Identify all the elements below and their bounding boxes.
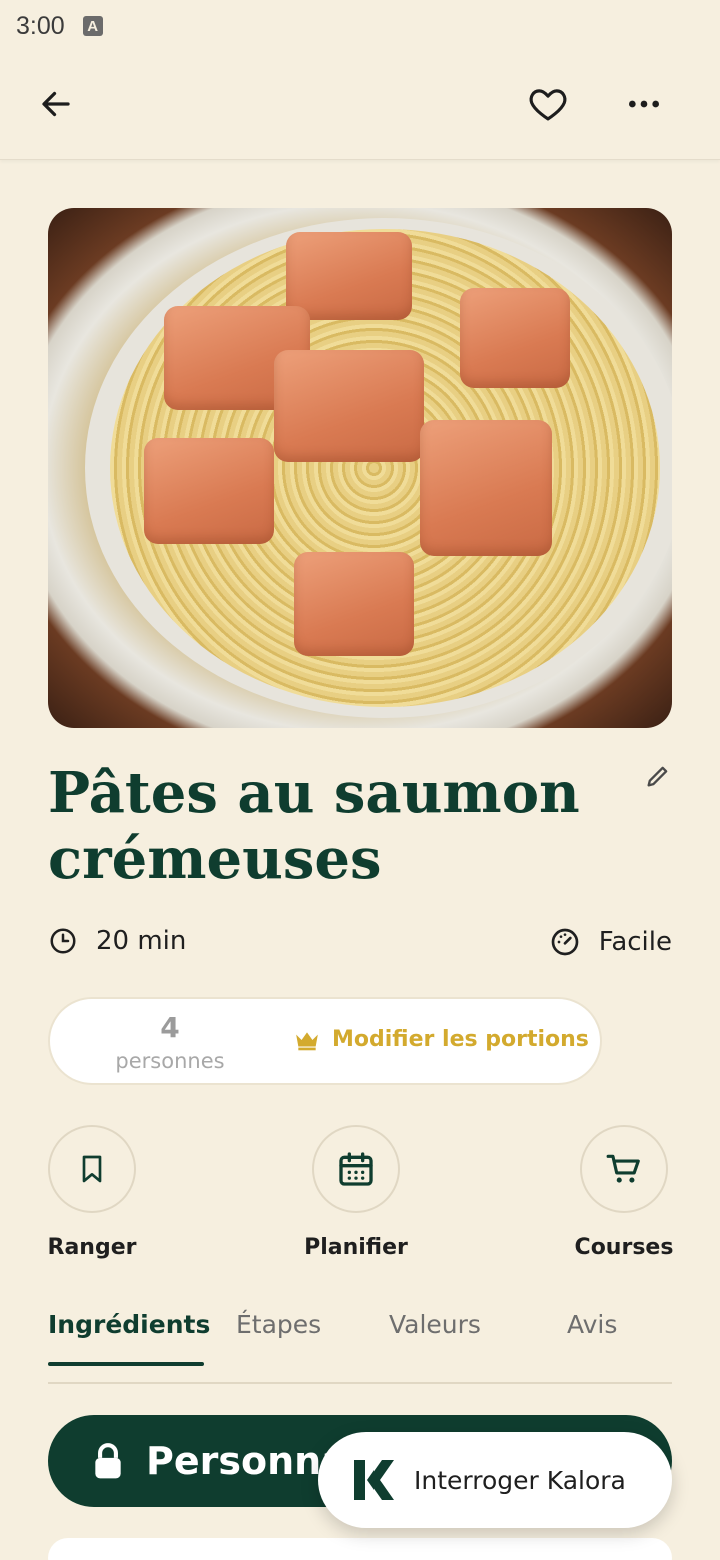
app-bar bbox=[0, 52, 720, 160]
bookmark-icon bbox=[82, 1155, 102, 1183]
shopping-action[interactable]: Courses bbox=[554, 1125, 694, 1260]
edit-button[interactable] bbox=[640, 758, 676, 794]
save-action[interactable]: Ranger bbox=[22, 1125, 162, 1260]
tab-steps[interactable]: Étapes bbox=[236, 1310, 321, 1339]
content-card bbox=[48, 1538, 672, 1560]
salmon-piece bbox=[294, 552, 414, 656]
arrow-back-icon bbox=[42, 91, 70, 117]
gauge-icon bbox=[551, 928, 579, 956]
crown-icon bbox=[296, 1031, 318, 1050]
status-accessibility-icon: A bbox=[82, 16, 103, 36]
tab-ingredients[interactable]: Ingrédients bbox=[48, 1310, 210, 1339]
active-tab-indicator bbox=[48, 1362, 204, 1366]
difficulty-value: Facile bbox=[598, 927, 672, 957]
shopping-action-label: Courses bbox=[574, 1235, 674, 1260]
plan-action-circle[interactable] bbox=[312, 1125, 400, 1213]
save-action-circle[interactable] bbox=[48, 1125, 136, 1213]
portions-control: 4 personnes Modifier les portions bbox=[48, 997, 602, 1085]
personalize-label: Personna bbox=[146, 1439, 347, 1483]
status-bar: 3:00 A bbox=[0, 0, 720, 52]
prep-time: 20 min bbox=[48, 926, 186, 956]
lock-icon bbox=[95, 1443, 121, 1479]
kalora-logo-icon bbox=[354, 1460, 394, 1500]
portions-count: 4 bbox=[160, 1011, 180, 1044]
save-action-label: Ranger bbox=[47, 1235, 137, 1260]
recipe-title: Pâtes au saumon crémeuses bbox=[48, 760, 580, 892]
more-horizontal-icon bbox=[629, 100, 659, 108]
status-time: 3:00 bbox=[16, 11, 65, 40]
ask-kalora-button[interactable]: Interroger Kalora bbox=[318, 1432, 672, 1528]
shopping-action-circle[interactable] bbox=[580, 1125, 668, 1213]
modify-portions-label: Modifier les portions bbox=[332, 1027, 589, 1052]
favorite-button[interactable] bbox=[520, 76, 576, 132]
back-button[interactable] bbox=[28, 76, 84, 132]
calendar-icon bbox=[339, 1152, 373, 1186]
clock-icon bbox=[50, 928, 76, 954]
difficulty: Facile bbox=[549, 926, 672, 958]
salmon-piece bbox=[144, 438, 274, 544]
plan-action[interactable]: Planifier bbox=[286, 1125, 426, 1260]
recipe-tabs: Ingrédients Étapes Valeurs Avis bbox=[48, 1300, 672, 1384]
modify-portions-button[interactable]: Modifier les portions bbox=[294, 1027, 589, 1052]
portions-unit: personnes bbox=[115, 1049, 225, 1073]
salmon-piece bbox=[274, 350, 424, 462]
ask-kalora-label: Interroger Kalora bbox=[414, 1465, 626, 1495]
more-options-button[interactable] bbox=[616, 76, 672, 132]
prep-time-value: 20 min bbox=[96, 926, 187, 956]
cart-icon bbox=[606, 1154, 640, 1183]
tab-values[interactable]: Valeurs bbox=[389, 1310, 481, 1339]
recipe-photo bbox=[48, 208, 672, 728]
plan-action-label: Planifier bbox=[304, 1235, 408, 1260]
heart-icon bbox=[529, 89, 567, 121]
pencil-icon bbox=[647, 766, 668, 787]
salmon-piece bbox=[460, 288, 570, 388]
salmon-piece bbox=[420, 420, 552, 556]
tab-reviews[interactable]: Avis bbox=[567, 1310, 617, 1339]
salmon-piece bbox=[286, 232, 412, 320]
